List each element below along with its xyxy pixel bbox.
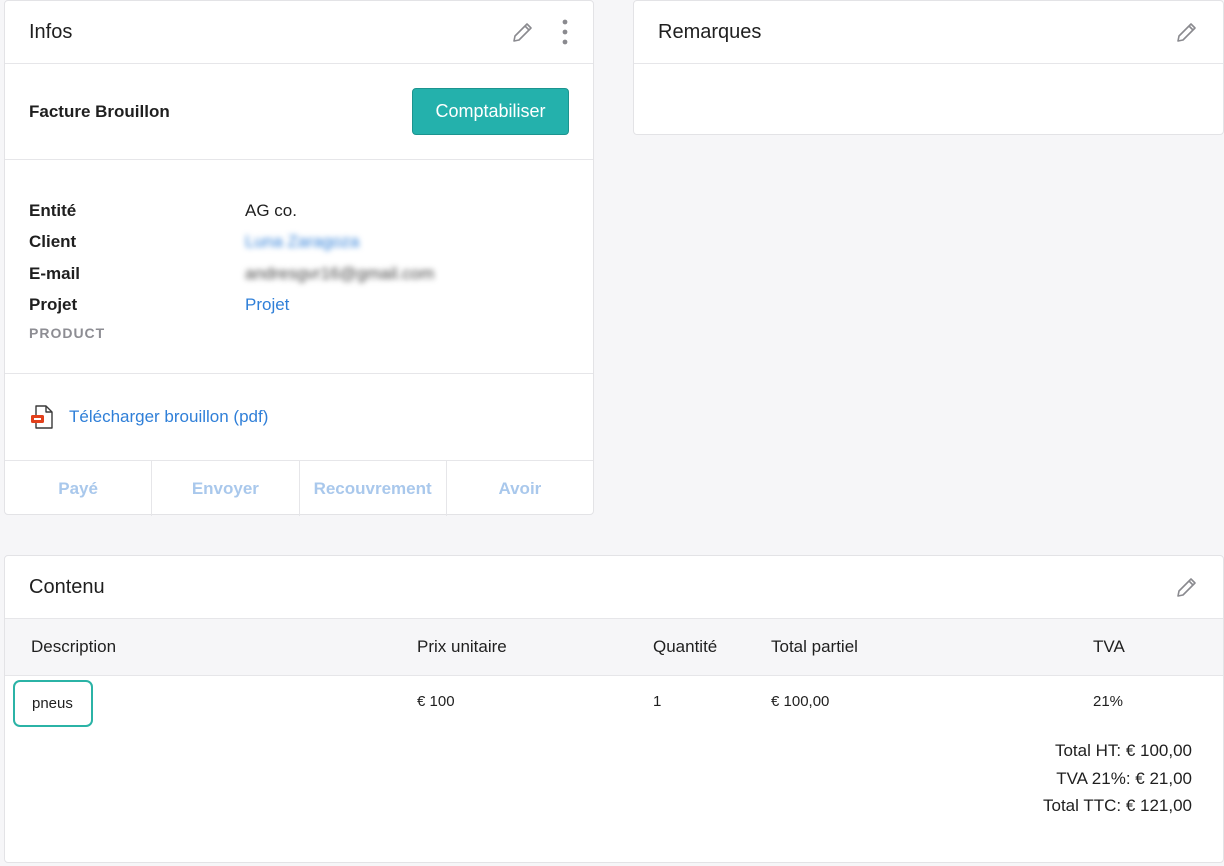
column-header-subtotal: Total partiel xyxy=(771,619,1001,676)
pencil-icon[interactable] xyxy=(1175,20,1199,44)
unit-price-cell: € 100 xyxy=(417,692,455,710)
comptabiliser-button[interactable]: Comptabiliser xyxy=(412,88,569,135)
email-value: andresgvr16@gmail.com xyxy=(245,263,435,283)
remarques-title: Remarques xyxy=(658,20,762,43)
product-label: PRODUCT xyxy=(29,325,106,341)
credit-note-button[interactable]: Avoir xyxy=(447,461,593,516)
infos-card: Infos Facture Brouillon Comptabiliser En… xyxy=(4,0,594,516)
client-link[interactable]: Luna Zaragoza xyxy=(245,232,359,252)
project-link[interactable]: Projet xyxy=(245,295,289,315)
contenu-header: Contenu xyxy=(5,556,1223,619)
field-label: E-mail xyxy=(29,263,81,283)
download-row: Télécharger brouillon (pdf) xyxy=(5,374,593,461)
pencil-icon[interactable] xyxy=(1175,575,1199,599)
column-header-description: Description xyxy=(5,619,417,676)
description-cell[interactable]: pneus xyxy=(13,679,93,727)
field-client: Client Luna Zaragoza xyxy=(29,227,569,259)
total-vat: TVA 21%: € 21,00 xyxy=(1056,768,1192,788)
field-label: Entité xyxy=(29,200,77,220)
vat-cell: 21% xyxy=(1093,692,1124,710)
action-bar: Payé Envoyer Recouvrement Avoir xyxy=(5,461,593,516)
pencil-icon[interactable] xyxy=(511,20,535,44)
total-ht: Total HT: € 100,00 xyxy=(1054,741,1192,760)
contenu-title: Contenu xyxy=(29,575,105,598)
table-row: pneus € 100 1 € 100,00 21% xyxy=(5,675,1223,727)
field-email: E-mail andresgvr16@gmail.com xyxy=(29,258,569,290)
remarques-card: Remarques xyxy=(633,0,1224,135)
download-draft-link[interactable]: Télécharger brouillon (pdf) xyxy=(69,407,268,427)
more-vertical-icon[interactable] xyxy=(561,19,569,45)
recovery-button[interactable]: Recouvrement xyxy=(300,461,447,516)
field-label: Client xyxy=(29,232,77,252)
remarques-header: Remarques xyxy=(634,1,1223,64)
field-label: Projet xyxy=(29,295,78,315)
draft-row: Facture Brouillon Comptabiliser xyxy=(5,64,593,160)
column-header-vat: TVA xyxy=(1001,619,1223,676)
field-entity: Entité AG co. xyxy=(29,195,569,227)
subtotal-cell: € 100,00 xyxy=(771,692,830,710)
contenu-card: Contenu Description Prix unitaire Quanti… xyxy=(4,555,1224,863)
items-table: Description Prix unitaire Quantité Total… xyxy=(5,619,1223,727)
infos-header: Infos xyxy=(5,1,593,64)
paid-button[interactable]: Payé xyxy=(5,461,153,516)
totals-block: Total HT: € 100,00 TVA 21%: € 21,00 Tota… xyxy=(1043,737,1192,820)
column-header-quantity: Quantité xyxy=(653,619,771,676)
quantity-cell: 1 xyxy=(653,692,662,710)
entity-value: AG co. xyxy=(245,200,297,220)
total-ttc: Total TTC: € 121,00 xyxy=(1043,796,1192,815)
send-button[interactable]: Envoyer xyxy=(152,461,300,516)
table-header-row: Description Prix unitaire Quantité Total… xyxy=(5,619,1223,676)
field-project: Projet Projet xyxy=(29,290,569,322)
column-header-unit-price: Prix unitaire xyxy=(417,619,653,676)
infos-title: Infos xyxy=(29,20,73,43)
info-fields: Entité AG co. Client Luna Zaragoza E-mai… xyxy=(5,160,593,374)
draft-title: Facture Brouillon xyxy=(29,101,170,121)
pdf-file-icon xyxy=(29,403,57,431)
